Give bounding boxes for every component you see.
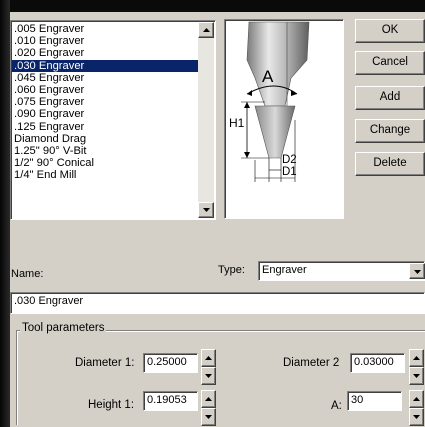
height1-spin-up[interactable] — [201, 390, 216, 408]
type-select[interactable]: Engraver — [258, 261, 425, 281]
diameter2-label: Diameter 2 — [283, 357, 340, 369]
tool-list-item[interactable]: 1.25" 90° V-Bit — [12, 145, 200, 157]
height1-value: 0.19053 — [147, 394, 187, 406]
tool-list-item[interactable]: .010 Engraver — [12, 35, 200, 47]
diameter1-spin-up[interactable] — [201, 349, 216, 367]
d2-label: D2 — [282, 154, 297, 166]
height1-label: Height 1: — [88, 399, 135, 411]
tool-list-item[interactable]: Diamond Drag — [12, 133, 200, 145]
name-label: Name: — [11, 268, 44, 280]
tool-preview: A H1 D2 D1 — [224, 19, 344, 219]
type-dropdown-button[interactable] — [409, 263, 425, 279]
scroll-up-button[interactable] — [198, 22, 214, 38]
diameter2-spin-up[interactable] — [409, 349, 424, 367]
diameter1-label: Diameter 1: — [75, 357, 135, 369]
tool-list-item[interactable]: .060 Engraver — [12, 84, 200, 96]
diameter2-value: 0.03000 — [354, 356, 394, 368]
tool-list[interactable]: .005 Engraver .010 Engraver .020 Engraver.… — [10, 20, 216, 220]
tool-list-item[interactable]: .005 Engraver — [12, 23, 200, 35]
diameter1-input[interactable]: 0.25000 — [143, 353, 198, 373]
d1-label: D1 — [282, 166, 297, 178]
tool-list-item[interactable]: .030 Engraver — [12, 59, 200, 72]
arrow-down-icon — [205, 374, 212, 378]
angle-spin-up[interactable] — [409, 390, 424, 408]
tool-list-item[interactable]: .125 Engraver — [12, 121, 200, 133]
angle-spin-down[interactable] — [409, 408, 424, 426]
tool-list-item[interactable]: .075 Engraver — [12, 96, 200, 108]
type-label: Type: — [218, 264, 245, 276]
tool-list-item[interactable]: 1/4" End Mill — [12, 169, 200, 181]
arrow-up-icon — [413, 356, 420, 360]
diameter1-value: 0.25000 — [147, 356, 187, 368]
tool-list-item[interactable]: .045 Engraver — [12, 72, 200, 84]
title-bar-edge — [0, 0, 425, 12]
arrow-down-icon — [413, 374, 420, 378]
diameter2-spinner[interactable] — [409, 349, 424, 385]
height1-spinner[interactable] — [201, 390, 216, 426]
diameter1-spinner[interactable] — [201, 349, 216, 385]
angle-param-label: A: — [331, 400, 342, 412]
type-select-value: Engraver — [262, 264, 307, 276]
arrow-up-icon — [203, 28, 210, 32]
arrow-down-icon — [413, 415, 420, 419]
tool-list-item[interactable]: .090 Engraver — [12, 108, 200, 120]
ok-button[interactable]: OK — [355, 19, 425, 43]
tool-parameters-title: Tool parameters — [20, 322, 107, 334]
diameter2-spin-down[interactable] — [409, 367, 424, 385]
window-edge — [0, 0, 10, 427]
height1-input[interactable]: 0.19053 — [143, 391, 198, 411]
height-label: H1 — [229, 116, 245, 130]
window-frame: .005 Engraver .010 Engraver .020 Engraver.… — [0, 0, 425, 427]
diameter1-spin-down[interactable] — [201, 367, 216, 385]
height1-spin-down[interactable] — [201, 408, 216, 426]
tool-list-items: .005 Engraver .010 Engraver .020 Engraver.… — [12, 23, 200, 181]
angle-input[interactable]: 30 — [347, 391, 402, 411]
tool-list-scrollbar[interactable] — [198, 22, 214, 218]
chevron-down-icon — [414, 270, 421, 274]
tool-list-item[interactable]: 1/2" 90° Conical — [12, 157, 200, 169]
name-input-value: .030 Engraver — [14, 295, 84, 307]
name-input[interactable]: .030 Engraver — [10, 292, 425, 314]
tool-list-item[interactable]: .020 Engraver — [12, 47, 200, 59]
arrow-down-icon — [205, 415, 212, 419]
delete-button[interactable]: Delete — [355, 152, 425, 176]
scroll-down-button[interactable] — [198, 202, 214, 218]
add-button[interactable]: Add — [355, 86, 425, 110]
cancel-button[interactable]: Cancel — [355, 51, 425, 75]
arrow-up-icon — [413, 397, 420, 401]
arrow-up-icon — [205, 356, 212, 360]
angle-value: 30 — [351, 394, 364, 406]
angle-spinner[interactable] — [409, 390, 424, 426]
diameter2-input[interactable]: 0.03000 — [350, 353, 405, 373]
arrow-down-icon — [203, 208, 210, 212]
angle-label: A — [262, 67, 274, 86]
arrow-up-icon — [205, 397, 212, 401]
change-button[interactable]: Change — [355, 119, 425, 143]
